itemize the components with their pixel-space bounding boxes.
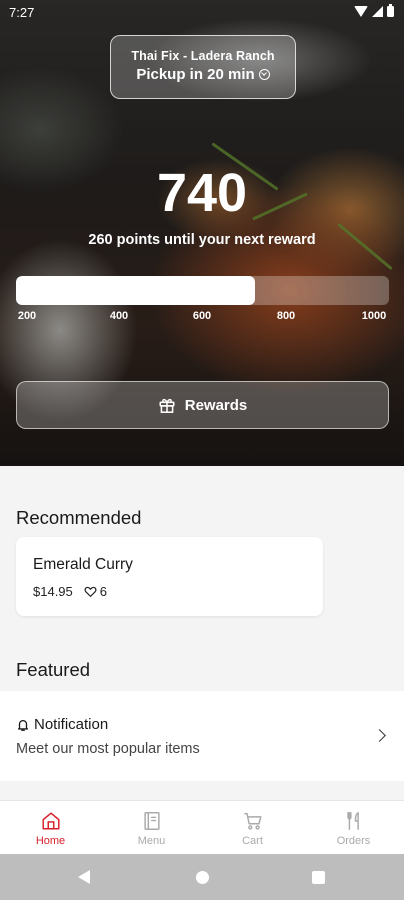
bottom-tab-bar: Home Menu Cart Orders (0, 800, 404, 854)
tick-label: 600 (192, 310, 212, 322)
chevron-right-icon (373, 729, 386, 742)
status-bar: 7:27 (0, 0, 404, 26)
menu-book-icon (143, 812, 160, 830)
status-time: 7:27 (9, 5, 35, 20)
tab-label: Home (35, 835, 66, 847)
rewards-button-label: Rewards (184, 396, 248, 414)
system-navigation-bar (0, 854, 404, 900)
recents-square-icon[interactable] (312, 871, 325, 884)
recommended-item-card[interactable]: Emerald Curry $14.95 6 (16, 537, 323, 616)
tab-cart[interactable]: Cart (202, 801, 303, 854)
home-circle-icon[interactable] (196, 871, 209, 884)
points-remaining-text: 260 points until your next reward (88, 232, 316, 248)
tab-label: Orders (336, 835, 371, 847)
home-icon (41, 812, 60, 830)
cellular-signal-icon (372, 6, 383, 17)
featured-item-card[interactable]: Notification Meet our most popular items (0, 691, 404, 781)
item-meta: $14.95 6 (33, 584, 107, 599)
wifi-icon (354, 6, 368, 17)
tab-label: Cart (242, 835, 263, 847)
item-price: $14.95 (33, 584, 73, 599)
rewards-progress-fill (16, 276, 255, 305)
tab-label: Menu (137, 835, 166, 847)
pickup-row: Pickup in 20 min (111, 66, 295, 83)
tab-orders[interactable]: Orders (303, 801, 404, 854)
likes-count: 6 (99, 584, 107, 599)
item-name: Emerald Curry (33, 556, 133, 573)
store-name: Thai Fix - Ladera Ranch (131, 49, 275, 63)
tick-label: 400 (109, 310, 129, 322)
bell-icon (17, 719, 29, 731)
item-likes: 6 (84, 584, 107, 599)
tick-label: 1000 (361, 310, 387, 322)
featured-title-row: Notification (16, 716, 108, 733)
featured-heading: Featured (16, 659, 91, 680)
rewards-button[interactable]: Rewards (16, 381, 389, 429)
tick-label: 200 (17, 310, 37, 322)
back-icon[interactable] (78, 870, 90, 884)
tick-label: 800 (276, 310, 296, 322)
location-selector[interactable]: Thai Fix - Ladera Ranch Pickup in 20 min (110, 35, 296, 99)
battery-icon (387, 4, 394, 17)
featured-description: Meet our most popular items (16, 741, 200, 757)
fork-knife-icon (346, 812, 359, 830)
chevron-down-circle-icon (258, 69, 270, 80)
rewards-hero: 7:27 Thai Fix - Ladera Ranch Pickup in 2… (0, 0, 404, 466)
progress-tick-labels: 200 400 600 800 1000 (0, 310, 404, 326)
points-balance: 740 (156, 163, 248, 223)
recommended-heading: Recommended (16, 507, 142, 528)
status-icons (354, 4, 394, 17)
rewards-progress-bar (16, 276, 389, 305)
cart-icon (243, 812, 262, 830)
featured-title: Notification (34, 716, 109, 733)
pickup-time: Pickup in 20 min (136, 66, 255, 83)
tab-home[interactable]: Home (0, 801, 101, 854)
heart-icon (84, 586, 97, 597)
tab-menu[interactable]: Menu (101, 801, 202, 854)
gift-icon (159, 398, 175, 413)
